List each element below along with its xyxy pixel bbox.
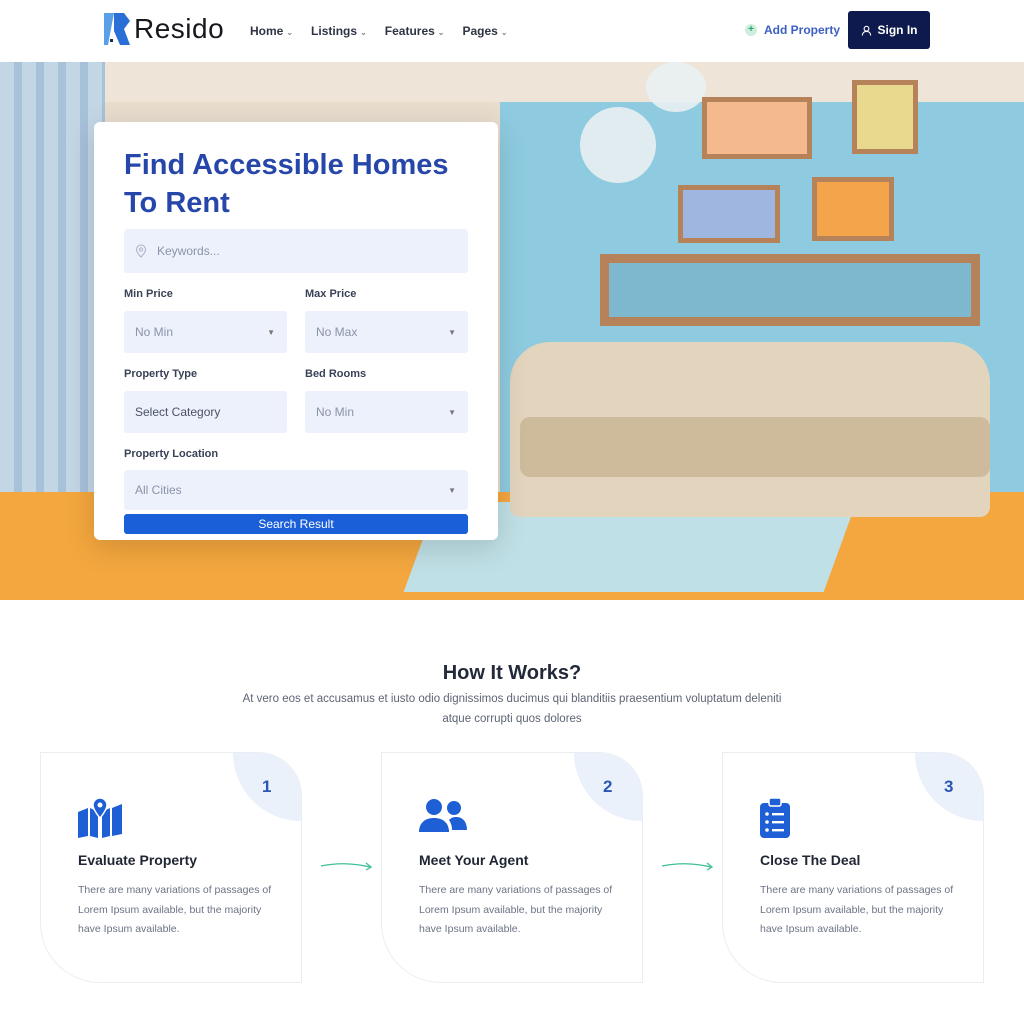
clipboard-list-icon [760,798,790,838]
step-title: Evaluate Property [78,852,198,868]
add-property-link[interactable]: + Add Property [745,23,840,37]
nav-pages[interactable]: Pages ⌄ [463,24,508,38]
curtain [0,62,105,492]
section-title: How It Works? [442,662,582,684]
step-number: 2 [574,753,642,821]
user-icon [861,25,871,36]
picture-frame [812,177,894,241]
plus-icon: + [745,24,757,36]
property-type-value: Select Category [135,405,221,419]
lamp [580,107,656,183]
caret-down-icon: ▼ [448,407,456,417]
section-subtitle: At vero eos et accusamus et iusto odio d… [242,693,782,725]
users-icon [419,799,467,832]
step-title: Close The Deal [760,852,861,868]
location-select[interactable]: All Cities ▼ [124,470,468,510]
keywords-placeholder: Keywords... [157,244,220,258]
sofa-seat [520,417,990,477]
main-nav: Home ⌄ Listings ⌄ Features ⌄ Pages ⌄ [250,24,508,38]
nav-home[interactable]: Home ⌄ [250,24,293,38]
bed-rooms-label: Bed Rooms [305,368,367,380]
step-text: There are many variations of passages of… [760,884,954,935]
header: Resido Home ⌄ Listings ⌄ Features ⌄ Pages ⌄ … [0,0,1024,62]
step-card: 2 Meet Your Agent There are many variati… [381,752,643,983]
property-type-label: Property Type [124,368,198,380]
max-price-label: Max Price [305,288,357,300]
nav-features[interactable]: Features ⌄ [385,24,445,38]
step-number: 3 [915,753,983,821]
picture-frame [702,97,812,159]
step-text: There are many variations of passages of… [78,884,272,935]
caret-down-icon: ▼ [448,485,456,495]
logo[interactable]: Resido [104,13,224,45]
property-type-select[interactable]: Select Category [124,391,287,433]
caret-down-icon: ▼ [448,327,456,337]
picture-frame [852,80,918,154]
property-location-label: Property Location [124,448,219,460]
min-price-select[interactable]: No Min ▼ [124,311,287,353]
caret-down-icon: ▼ [267,327,275,337]
bed-rooms-value: No Min [316,405,355,419]
picture-frame [678,185,780,243]
max-price-select[interactable]: No Max ▼ [305,311,468,353]
map-pin-icon [78,798,122,838]
chevron-down-icon: ⌄ [360,28,367,37]
add-property-label: Add Property [764,23,841,37]
min-price-value: No Min [135,325,174,339]
step-card: 1 Evaluate Property There are many varia… [40,752,302,983]
wall-shelf [600,254,980,326]
chevron-down-icon: ⌄ [286,28,294,37]
logo-text: Resido [134,13,225,44]
step-card: 3 Close The Deal There are many variatio… [722,752,984,983]
arrow-right-icon [320,862,373,871]
step-text: There are many variations of passages of… [419,884,613,935]
search-title: Find Accessible Homes To Rent [124,149,449,219]
max-price-value: No Max [316,325,358,339]
bed-rooms-select[interactable]: No Min ▼ [305,391,468,433]
chevron-down-icon: ⌄ [437,28,445,37]
location-value: All Cities [135,483,182,497]
logo-mark-icon [104,13,130,45]
keywords-input[interactable]: Keywords... [124,229,468,273]
sign-in-button[interactable]: Sign In [848,11,930,49]
step-title: Meet Your Agent [419,852,529,868]
search-card: Find Accessible Homes To Rent Keywords..… [94,122,498,540]
min-price-label: Min Price [124,288,173,300]
arrow-right-icon [661,862,714,871]
step-number: 1 [233,753,301,821]
location-pin-icon [135,244,147,258]
lamp [646,62,706,112]
nav-listings[interactable]: Listings ⌄ [311,24,367,38]
search-button[interactable]: Search Result [124,514,468,534]
chevron-down-icon: ⌄ [500,28,508,37]
sign-in-label: Sign In [877,23,918,37]
